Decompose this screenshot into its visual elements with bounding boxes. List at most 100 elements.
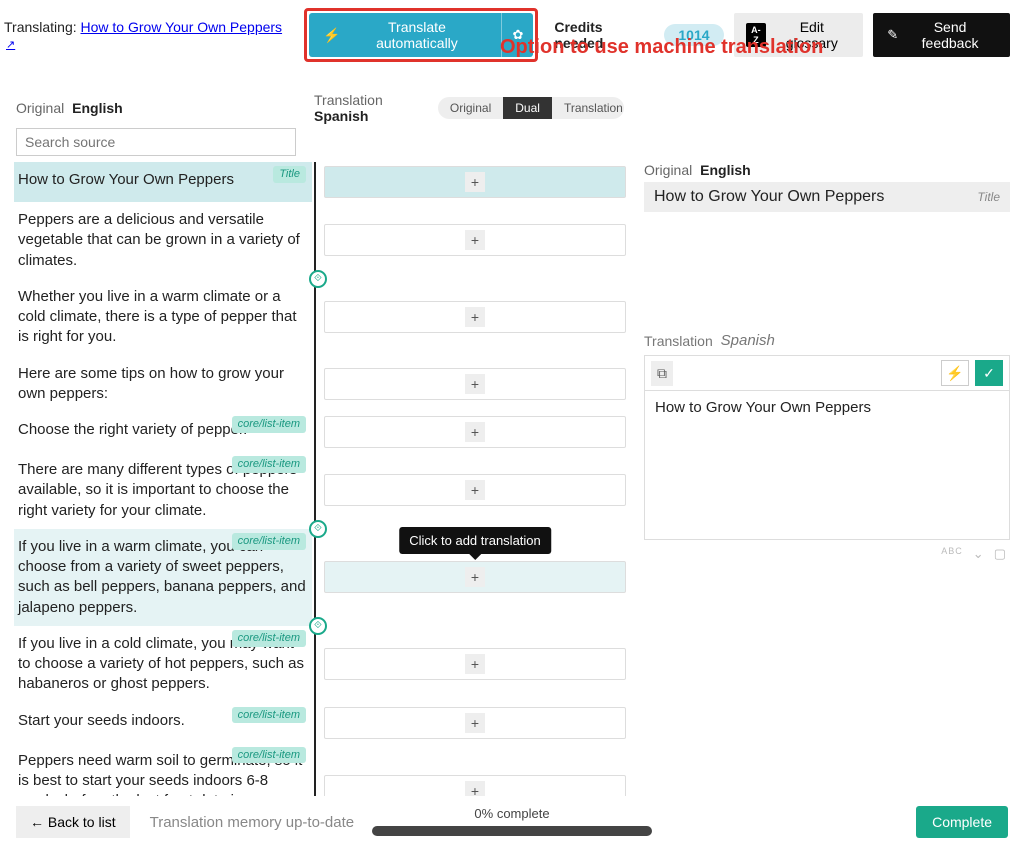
segment-divider: [312, 703, 318, 743]
bolt-icon: ⚡: [323, 27, 340, 44]
spellcheck-icon[interactable]: ABC: [941, 546, 963, 562]
add-translation-button[interactable]: +: [465, 307, 485, 327]
confirm-segment-button[interactable]: ✓: [975, 360, 1003, 386]
segment-source-text: Whether you live in a warm climate or a …: [18, 288, 297, 346]
segment-source[interactable]: Title How to Grow Your Own Peppers: [14, 162, 312, 202]
segment-row[interactable]: core/list-item Start your seeds indoors.…: [14, 703, 626, 743]
link-icon[interactable]: ⟐: [309, 520, 327, 538]
segment-divider: [312, 452, 318, 529]
segment-row[interactable]: core/list-item Choose the right variety …: [14, 412, 626, 452]
view-original-button[interactable]: Original: [438, 97, 503, 119]
detail-original-title-row: How to Grow Your Own Peppers Title: [644, 182, 1010, 212]
segment-tag: core/list-item: [232, 747, 306, 764]
segment-target[interactable]: +: [324, 416, 626, 448]
segment-target[interactable]: +: [324, 368, 626, 400]
segment-target[interactable]: +: [324, 224, 626, 256]
segment-source[interactable]: core/list-item If you live in a cold cli…: [14, 626, 312, 703]
segment-divider: [312, 202, 318, 279]
add-translation-button[interactable]: +: [465, 654, 485, 674]
segment-source[interactable]: core/list-item If you live in a warm cli…: [14, 529, 312, 626]
detail-translation-header: Translation Spanish: [644, 332, 1010, 349]
detail-original-title: How to Grow Your Own Peppers: [654, 188, 884, 206]
segment-divider: [312, 529, 318, 626]
progress-indicator: 0% complete: [372, 806, 652, 839]
segment-tag: core/list-item: [232, 456, 306, 473]
translation-editor[interactable]: How to Grow Your Own Peppers: [644, 390, 1010, 540]
segment-source[interactable]: core/list-item There are many different …: [14, 452, 312, 529]
segment-source[interactable]: Peppers are a delicious and versatile ve…: [14, 202, 312, 279]
link-icon[interactable]: ⟐: [309, 617, 327, 635]
segment-source[interactable]: core/list-item Choose the right variety …: [14, 412, 312, 452]
pencil-icon: ✎: [887, 27, 898, 43]
chevron-down-icon[interactable]: ⌄: [973, 546, 984, 562]
segment-source[interactable]: Whether you live in a warm climate or a …: [14, 279, 312, 356]
complete-button[interactable]: Complete: [916, 806, 1008, 838]
doc-title-text: How to Grow Your Own Peppers: [81, 19, 283, 35]
segment-list[interactable]: Title How to Grow Your Own Peppers + Pep…: [14, 162, 626, 814]
translate-automatically-button[interactable]: ⚡ Translate automatically: [309, 13, 501, 57]
link-icon[interactable]: ⟐: [309, 270, 327, 288]
add-translation-button[interactable]: +: [465, 422, 485, 442]
add-translation-button[interactable]: +: [465, 480, 485, 500]
auto-translate-segment-button[interactable]: ⚡: [941, 360, 969, 386]
translating-label: Translating: How to Grow Your Own Pepper…: [4, 19, 294, 51]
back-to-list-button[interactable]: ← Back to list: [16, 806, 130, 838]
original-label: Original: [16, 100, 64, 116]
detail-original-tag: Title: [977, 190, 1000, 204]
segment-target[interactable]: Click to add translation +: [324, 561, 626, 593]
segment-source-text: How to Grow Your Own Peppers: [18, 171, 234, 188]
segment-row[interactable]: Here are some tips on how to grow your o…: [14, 356, 626, 413]
segment-row[interactable]: core/list-item There are many different …: [14, 452, 626, 529]
segment-tag: core/list-item: [232, 630, 306, 647]
segment-target[interactable]: +: [324, 648, 626, 680]
add-translation-button[interactable]: +: [465, 374, 485, 394]
segment-tag: core/list-item: [232, 416, 306, 433]
view-dual-button[interactable]: Dual: [503, 97, 552, 119]
segment-target[interactable]: +: [324, 301, 626, 333]
detail-original-label: Original: [644, 162, 692, 178]
detail-translation-label: Translation: [644, 333, 713, 349]
view-translation-button[interactable]: Translation: [552, 97, 624, 119]
progress-bar: [372, 826, 652, 836]
annotation-callout: Option to use machine translation: [500, 36, 823, 59]
segment-target[interactable]: +: [324, 166, 626, 198]
segment-source-text: Here are some tips on how to grow your o…: [18, 365, 284, 402]
add-translation-button[interactable]: +: [465, 230, 485, 250]
detail-original-header: Original English: [644, 162, 1010, 178]
segment-row[interactable]: Title How to Grow Your Own Peppers +: [14, 162, 626, 202]
segment-row[interactable]: core/list-item If you live in a cold cli…: [14, 626, 626, 703]
segment-row[interactable]: Peppers are a delicious and versatile ve…: [14, 202, 626, 279]
panel-icon[interactable]: ▢: [994, 546, 1006, 562]
detail-original-lang: English: [700, 162, 751, 178]
segment-row[interactable]: Whether you live in a warm climate or a …: [14, 279, 626, 356]
segment-source[interactable]: Here are some tips on how to grow your o…: [14, 356, 312, 413]
original-column-header: Original English: [16, 100, 314, 116]
external-link-icon: ↗: [6, 39, 15, 51]
segment-target[interactable]: +: [324, 474, 626, 506]
segment-divider: [312, 279, 318, 356]
detail-translation-toolbar: ⧉ ⚡ ✓: [644, 355, 1010, 390]
segment-source-text: Peppers are a delicious and versatile ve…: [18, 211, 300, 269]
send-feedback-button[interactable]: ✎ Send feedback: [873, 13, 1010, 57]
add-translation-button[interactable]: +: [465, 567, 485, 587]
search-source-input[interactable]: [16, 128, 296, 156]
view-mode-toggle: Original Dual Translation: [438, 97, 624, 119]
progress-label: 0% complete: [372, 806, 652, 821]
segment-source[interactable]: core/list-item Start your seeds indoors.: [14, 703, 312, 743]
segment-tag: core/list-item: [232, 533, 306, 550]
segment-target[interactable]: +: [324, 707, 626, 739]
copy-source-button[interactable]: ⧉: [651, 361, 673, 386]
segment-source-text: Start your seeds indoors.: [18, 712, 185, 729]
segment-row[interactable]: core/list-item If you live in a warm cli…: [14, 529, 626, 626]
segment-source-text: Choose the right variety of pepper.: [18, 421, 247, 438]
add-translation-button[interactable]: +: [465, 713, 485, 733]
segment-divider: [312, 626, 318, 703]
original-lang: English: [72, 100, 123, 116]
translation-label: Translation: [314, 92, 383, 108]
translating-prefix: Translating:: [4, 19, 77, 35]
segment-divider: [312, 412, 318, 452]
translation-lang: Spanish: [314, 108, 368, 124]
send-feedback-label: Send feedback: [904, 19, 996, 51]
add-translation-button[interactable]: +: [465, 172, 485, 192]
translation-editor-text: How to Grow Your Own Peppers: [655, 399, 871, 416]
